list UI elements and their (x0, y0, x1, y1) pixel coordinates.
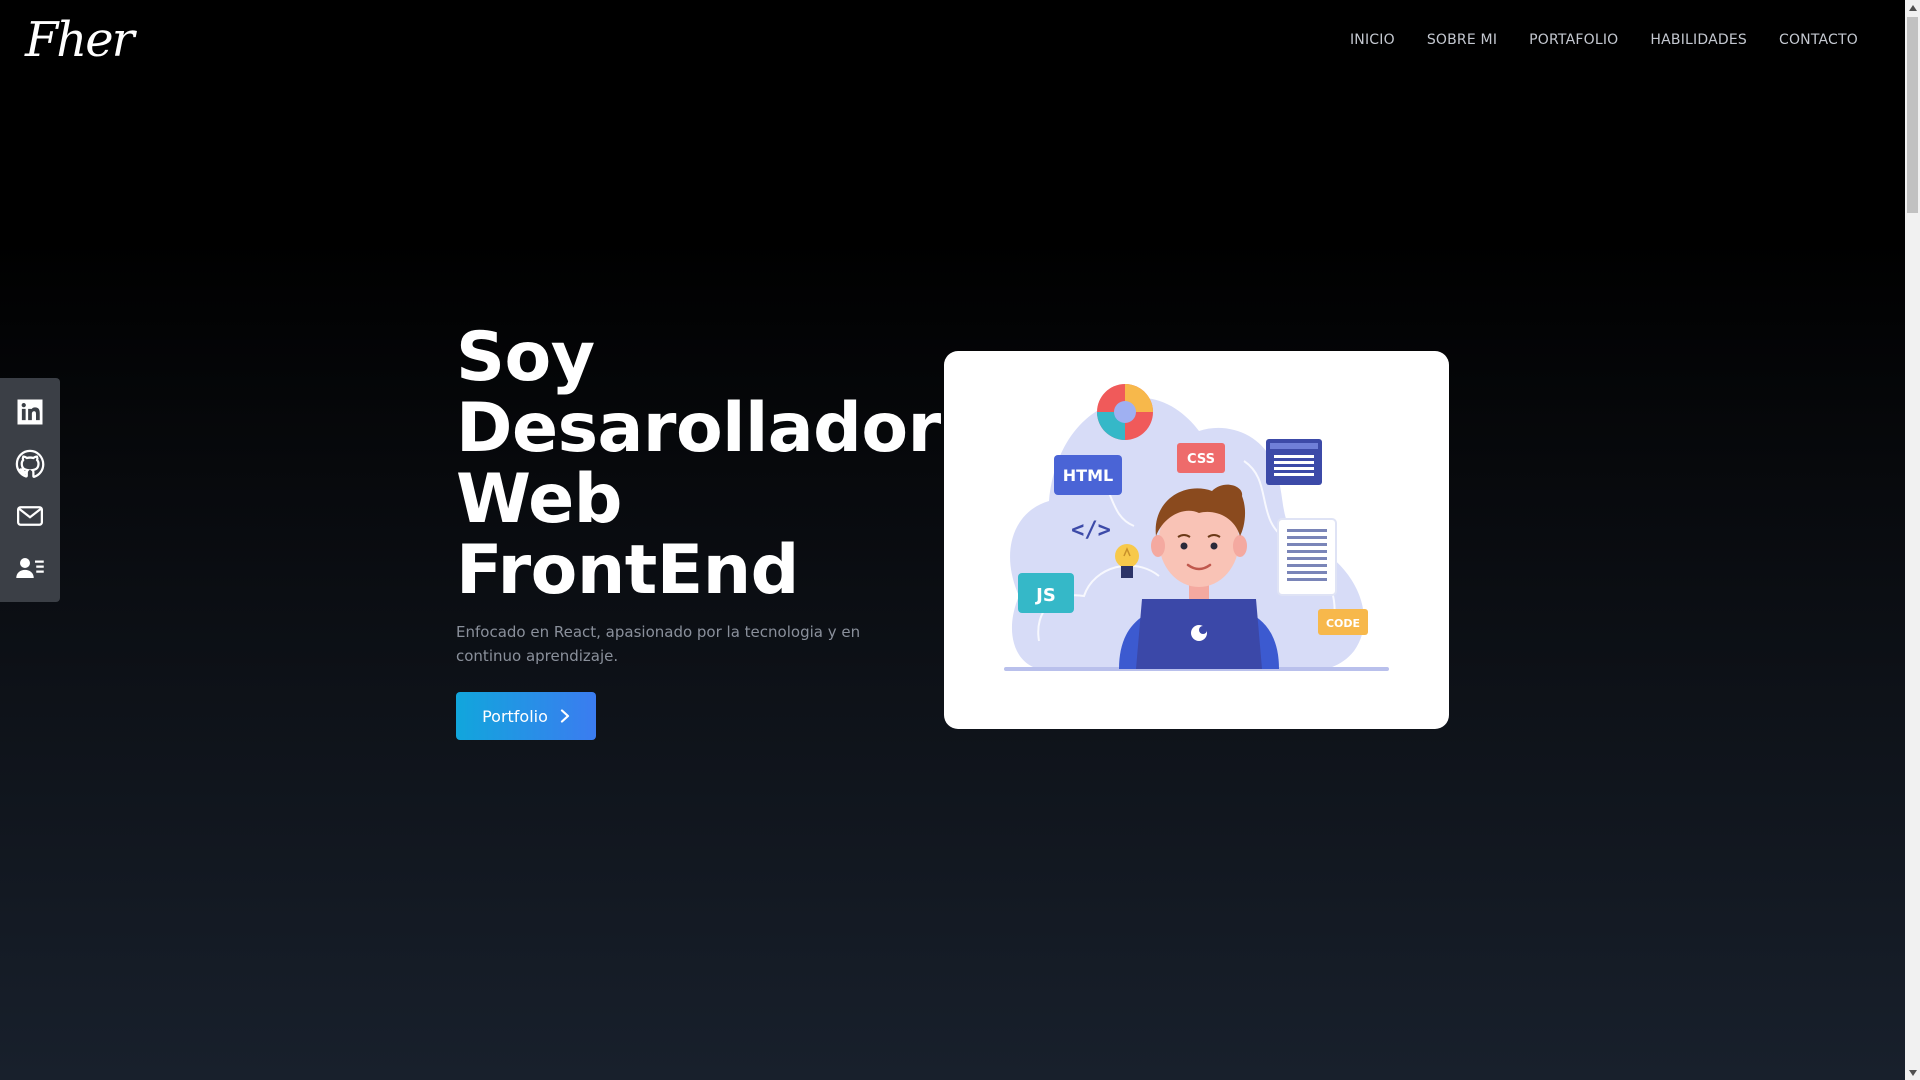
scroll-down-arrow-icon[interactable] (1905, 1065, 1920, 1080)
html-badge: HTML (1054, 455, 1122, 495)
svg-text:HTML: HTML (1063, 466, 1113, 485)
nav-item-sobre-mi[interactable]: SOBRE MI (1427, 32, 1497, 48)
hero-title-line: FrontEnd (456, 531, 799, 610)
mail-icon[interactable] (15, 501, 45, 531)
nav-item-contacto[interactable]: CONTACTO (1779, 32, 1858, 48)
site-header: Fher INICIO SOBRE MI PORTAFOLIO HABILIDA… (0, 0, 1905, 80)
nav-item-portafolio[interactable]: PORTAFOLIO (1529, 32, 1618, 48)
portfolio-button-label: Portfolio (482, 706, 548, 726)
svg-text:CODE: CODE (1326, 617, 1360, 630)
portfolio-button[interactable]: Portfolio (456, 692, 596, 740)
hero-title-line: Desarollador (456, 389, 941, 468)
hero-illustration-card: HTML CSS </> JS CODE (944, 351, 1449, 729)
page-scrollbar[interactable] (1905, 0, 1920, 1080)
main-nav: INICIO SOBRE MI PORTAFOLIO HABILIDADES C… (1350, 32, 1858, 48)
code-badge: CODE (1318, 609, 1368, 635)
hero-subtitle: Enfocado en React, apasionado por la tec… (456, 623, 861, 665)
js-badge: JS (1018, 573, 1074, 613)
resume-icon[interactable] (15, 553, 45, 583)
document-icon (1277, 518, 1337, 596)
css-badge: CSS (1177, 443, 1225, 473)
github-icon[interactable] (15, 449, 45, 479)
code-tag-icon: </> (1071, 518, 1111, 543)
svg-text:JS: JS (1034, 585, 1056, 606)
linkedin-icon[interactable] (15, 397, 45, 427)
pie-chart-icon (1097, 384, 1153, 440)
hero-title-line: Soy (456, 318, 595, 397)
chevron-right-icon (560, 709, 570, 723)
hero-section: Soy Desarollador Web FrontEnd Enfocado e… (456, 318, 941, 740)
nav-item-inicio[interactable]: INICIO (1350, 32, 1395, 48)
laptop-icon (1136, 599, 1262, 669)
social-sidebar (0, 378, 60, 602)
site-logo[interactable]: Fher (25, 16, 135, 64)
scroll-up-arrow-icon[interactable] (1905, 0, 1920, 15)
nav-item-habilidades[interactable]: HABILIDADES (1650, 32, 1747, 48)
developer-illustration: HTML CSS </> JS CODE (1004, 384, 1389, 671)
scrollbar-thumb[interactable] (1907, 17, 1918, 213)
hero-title: Soy Desarollador Web FrontEnd (456, 318, 941, 610)
browser-window-icon (1266, 439, 1322, 485)
svg-text:CSS: CSS (1187, 452, 1215, 467)
hero-title-line: Web (456, 460, 622, 539)
